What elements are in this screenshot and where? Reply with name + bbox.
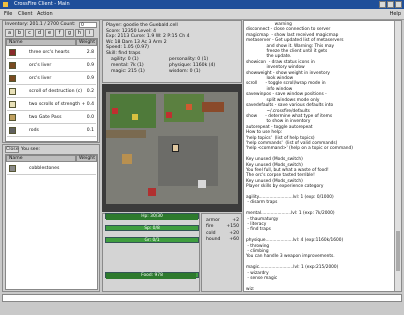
cobblestones-icon: [9, 165, 16, 172]
column-header-weight[interactable]: Weight: [76, 39, 97, 46]
toolbar-button-8[interactable]: h: [75, 29, 84, 37]
skill-label: magic: 215 (1): [111, 69, 145, 74]
column-header-name[interactable]: Name: [6, 39, 76, 46]
gate-pass-icon: [9, 114, 16, 121]
toolbar-button-9[interactable]: i: [85, 29, 94, 37]
resist-name: fire: [206, 224, 214, 230]
map-view[interactable]: [102, 84, 242, 212]
player-icon: [172, 144, 179, 152]
command-input[interactable]: [2, 294, 402, 302]
skill-table: agility: 0 (1) personality: 0 (1) mental:…: [111, 57, 223, 75]
log-line: wiz:: [246, 286, 255, 292]
resist-name: hound: [206, 237, 221, 243]
resist-name: armor: [206, 218, 220, 223]
skill-label: mental: 7k (1): [111, 63, 144, 68]
fountain-icon: [122, 154, 132, 164]
inventory-panel: Inventory: 201.1 / 2700 Count: 0 a b c d…: [2, 20, 100, 143]
scroll-icon: [9, 101, 16, 108]
inventory-toolbar: a b c d e f g h i: [5, 29, 99, 37]
rod-icon: [9, 127, 16, 134]
inventory-list: Name Weight three orc's hearts 2.8 orc's …: [5, 38, 98, 142]
sign-icon: [198, 180, 206, 188]
inventory-item[interactable]: orc's liver 0.9: [7, 73, 96, 85]
message-log: warning disconnect - close connection to …: [246, 22, 394, 292]
window-title: CrossFire Client - Main: [14, 1, 70, 7]
client-window: CrossFire Client - Main File Client Acti…: [0, 0, 404, 315]
skill-value: wisdom: 0 (1): [169, 69, 201, 74]
stone-plaza: [158, 136, 218, 186]
sp-label: Sp: 0/8: [144, 226, 160, 231]
player-stats-panel: Player: goodie the Guebald.cell Score: 1…: [102, 20, 242, 83]
ground-item[interactable]: cobblestones: [7, 163, 96, 175]
ground-list: Name Weight cobblestones: [5, 154, 98, 290]
scrollbar-thumb[interactable]: [396, 231, 400, 271]
resist-name: cold: [206, 230, 216, 236]
inventory-item[interactable]: rods 0.1: [7, 125, 96, 137]
you-see-label: You see:: [21, 147, 40, 152]
player-title: Player: goodie the Guebald.cell: [106, 23, 178, 28]
minimize-button[interactable]: [379, 1, 386, 8]
hp-label: Hp: 30/30: [141, 214, 163, 219]
toolbar-button-4[interactable]: d: [35, 29, 44, 37]
inventory-item[interactable]: two Gate Pass 0.0: [7, 112, 96, 124]
message-log-panel: warning disconnect - close connection to …: [243, 20, 402, 292]
toolbar-button-3[interactable]: c: [25, 29, 34, 37]
inventory-item[interactable]: three orc's hearts 2.8: [7, 47, 96, 59]
inventory-header: Inventory: 201.1 / 2700 Count:: [5, 22, 76, 27]
hp-bar: Hp: 30/30: [105, 213, 199, 220]
resist-value: +60: [229, 237, 239, 243]
monster-icon: [166, 112, 172, 118]
column-header-weight[interactable]: Weight: [76, 155, 97, 162]
roof: [202, 102, 224, 112]
close-button[interactable]: [395, 1, 402, 8]
app-icon: [3, 2, 8, 7]
inventory-item[interactable]: two scrolls of strength +0.4: [7, 99, 96, 111]
wall: [106, 130, 146, 138]
title-bar: CrossFire Client - Main: [0, 0, 404, 9]
look-panel: Close You see: Name Weight cobblestones: [2, 144, 100, 292]
skill-line: Skill: find traps: [106, 50, 141, 56]
toolbar-button-1[interactable]: a: [5, 29, 14, 37]
menu-client[interactable]: Client: [18, 9, 32, 19]
inventory-item[interactable]: scroll of destruction (c) 0.2: [7, 86, 96, 98]
toolbar-button-7[interactable]: g: [65, 29, 74, 37]
toolbar-button-2[interactable]: b: [15, 29, 24, 37]
toolbar-button-5[interactable]: e: [45, 29, 54, 37]
liver-icon: [9, 62, 16, 69]
menu-bar: File Client Action Help: [0, 9, 404, 20]
sp-bar: Sp: 0/8: [105, 225, 199, 231]
grace-bar: Gr: 0/1: [105, 237, 199, 243]
grace-label: Gr: 0/1: [144, 238, 160, 243]
inventory-item[interactable]: orc's liver 0.9: [7, 60, 96, 72]
resists-panel: armor +2 fire +150 cold +20 hound +60: [201, 213, 242, 292]
maximize-button[interactable]: [387, 1, 394, 8]
exp-line: Exp: 2113 Curse: 1.9 W: 2 P:15 Ch 4: [106, 34, 190, 40]
menu-help[interactable]: Help: [390, 9, 401, 19]
count-input[interactable]: 0: [79, 22, 97, 28]
food-bar: Food: 978: [105, 272, 199, 279]
food-label: Food: 978: [141, 273, 163, 278]
toolbar-button-6[interactable]: f: [55, 29, 64, 37]
heart-icon: [9, 49, 16, 56]
monster-icon: [186, 104, 192, 110]
monster-icon: [112, 108, 118, 114]
monster-icon: [148, 188, 156, 196]
menu-file[interactable]: File: [4, 9, 12, 19]
close-tab[interactable]: Close: [5, 146, 19, 153]
menu-action[interactable]: Action: [37, 9, 53, 19]
scroll-icon: [9, 88, 16, 95]
item-icon: [132, 114, 138, 120]
liver-icon: [9, 75, 16, 82]
skill-label: agility: 0 (1): [111, 57, 139, 62]
log-scrollbar[interactable]: [394, 21, 401, 291]
column-header-name[interactable]: Name: [6, 155, 76, 162]
